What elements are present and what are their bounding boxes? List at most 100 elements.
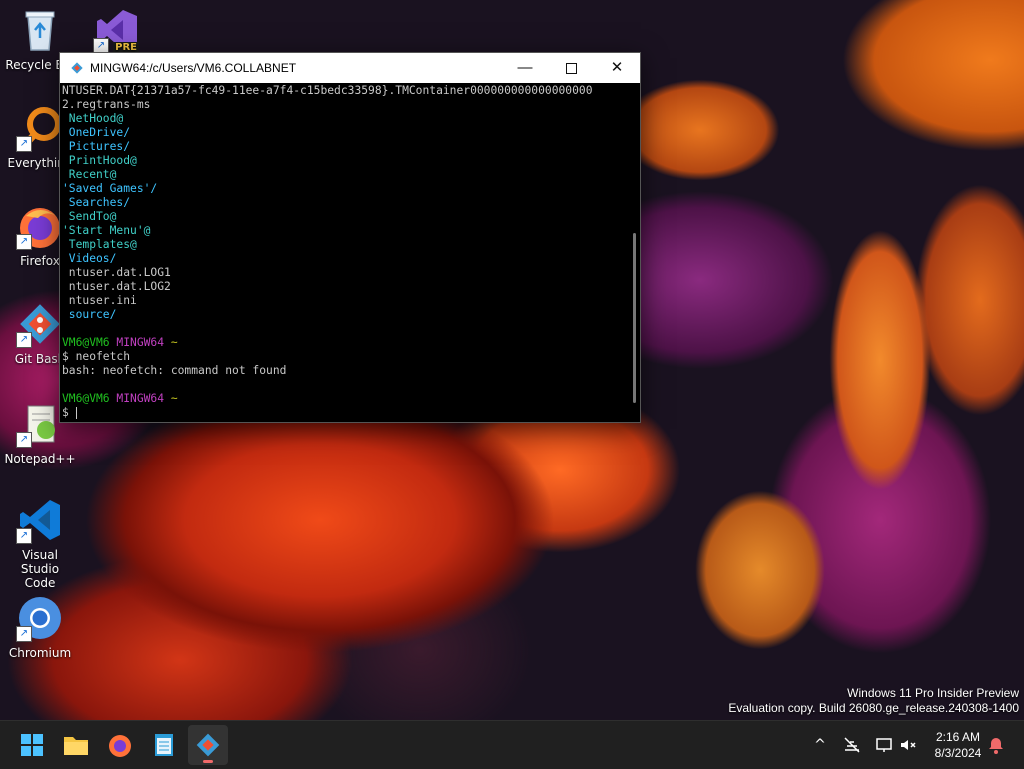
terminal-window[interactable]: MINGW64:/c/Users/VM6.COLLABNET — ✕ NTUSE… [59,52,641,423]
git-bash-icon: ↗ [16,300,64,348]
terminal-line: 'Saved Games'/ [62,182,628,196]
shortcut-arrow-icon: ↗ [16,626,32,642]
terminal-line-text: 'Saved Games'/ [62,182,158,195]
git-bash-icon [196,733,220,757]
terminal-line: $ [62,406,628,420]
terminal-output[interactable]: NTUSER.DAT{21371a57-fc49-11ee-a7f4-c15be… [60,83,628,422]
notepad-plus-plus-icon: ↗ [16,400,64,448]
taskbar-git-bash[interactable] [188,725,228,765]
prompt-user: VM6@VM6 [62,392,110,405]
text-cursor [75,407,77,419]
terminal-line-text: 'Start Menu'@ [62,224,151,237]
taskbar-clock[interactable]: 2:16 AM 8/3/2024 [928,729,988,761]
window-title: MINGW64:/c/Users/VM6.COLLABNET [90,61,297,75]
desktop-icon-label: Visual Studio Code [20,548,60,590]
windows-watermark: Windows 11 Pro Insider Preview Evaluatio… [728,686,1019,716]
terminal-line-text: NetHood@ [62,112,124,125]
terminal-line: VM6@VM6 MINGW64 ~ [62,392,628,406]
terminal-line-text: $ neofetch [62,350,131,363]
terminal-line: Pictures/ [62,140,628,154]
network-disconnected-icon[interactable] [842,735,862,755]
prompt-shell: MINGW64 [116,336,165,349]
desktop-icon-label: Notepad++ [4,452,76,466]
terminal-line: Templates@ [62,238,628,252]
terminal-line: NTUSER.DAT{21371a57-fc49-11ee-a7f4-c15be… [62,84,628,98]
taskbar-firefox[interactable] [100,725,140,765]
terminal-line: bash: neofetch: command not found [62,364,628,378]
terminal-line-text: Templates@ [62,238,137,251]
terminal-line: ntuser.dat.LOG1 [62,266,628,280]
maximize-button[interactable] [548,53,594,83]
terminal-line: 2.regtrans-ms [62,98,628,112]
maximize-icon [565,62,577,74]
terminal-line-text: ntuser.dat.LOG1 [62,266,171,279]
terminal-line-text: ntuser.dat.LOG2 [62,280,171,293]
windows-logo-icon [21,734,43,756]
shortcut-arrow-icon: ↗ [16,234,32,250]
minimize-icon: — [517,59,533,76]
shortcut-arrow-icon: ↗ [16,332,32,348]
watermark-build: Evaluation copy. Build 26080.ge_release.… [728,701,1019,715]
shortcut-arrow-icon: ↗ [16,136,32,152]
folder-icon [64,737,88,755]
terminal-line: Searches/ [62,196,628,210]
terminal-line-text: Videos/ [62,252,117,265]
speaker-muted-icon[interactable] [898,735,918,755]
terminal-line-text: $ [62,406,76,419]
prompt-user: VM6@VM6 [62,336,110,349]
taskbar: ^ 2:16 AM 8/3/2024 [0,720,1024,769]
terminal-line-text: OneDrive/ [62,126,131,139]
terminal-line-text: 2.regtrans-ms [62,98,151,111]
start-button[interactable] [12,725,52,765]
terminal-line-text: NTUSER.DAT{21371a57-fc49-11ee-a7f4-c15be… [62,84,593,97]
prompt-shell: MINGW64 [116,392,165,405]
scrollbar[interactable] [633,233,636,403]
clock-time: 2:16 AM [935,730,981,744]
desktop-icon-vscode[interactable]: ↗ Visual Studio Code [2,496,78,590]
terminal-line-text: Recent@ [62,168,117,181]
taskbar-notepad[interactable] [144,725,184,765]
everything-search-icon: ↗ [16,104,64,152]
terminal-line: NetHood@ [62,112,628,126]
notification-bell-icon[interactable] [986,735,1006,755]
terminal-line-text: source/ [62,308,117,321]
terminal-line: Recent@ [62,168,628,182]
monitor-icon[interactable] [874,735,894,755]
tray-overflow-chevron-icon[interactable]: ^ [810,735,830,755]
desktop-icon-visual-studio-preview[interactable]: PRE ↗ [79,6,155,58]
firefox-icon: ↗ [16,202,64,250]
terminal-line: VM6@VM6 MINGW64 ~ [62,336,628,350]
shortcut-arrow-icon: ↗ [16,528,32,544]
chromium-icon: ↗ [16,594,64,642]
notepad-icon [155,734,173,756]
terminal-line-text: ntuser.ini [62,294,137,307]
close-button[interactable]: ✕ [594,53,640,83]
terminal-line: PrintHood@ [62,154,628,168]
terminal-line: 'Start Menu'@ [62,224,628,238]
terminal-line-text: bash: neofetch: command not found [62,364,287,377]
minimize-button[interactable]: — [502,53,548,83]
firefox-icon [109,735,131,757]
terminal-line: $ neofetch [62,350,628,364]
terminal-line-text: SendTo@ [62,210,117,223]
terminal-line: Videos/ [62,252,628,266]
terminal-line: source/ [62,308,628,322]
git-bash-icon [71,62,83,74]
terminal-line-text: Pictures/ [62,140,131,153]
vscode-icon: ↗ [16,496,64,544]
terminal-line: OneDrive/ [62,126,628,140]
taskbar-file-explorer[interactable] [56,725,96,765]
terminal-line: ntuser.dat.LOG2 [62,280,628,294]
terminal-line-text: Searches/ [62,196,131,209]
desktop-icon-chromium[interactable]: ↗ Chromium [2,594,78,660]
watermark-edition: Windows 11 Pro Insider Preview [847,686,1019,700]
visual-studio-preview-icon: PRE ↗ [93,6,141,54]
shortcut-arrow-icon: ↗ [16,432,32,448]
active-indicator [203,760,213,763]
terminal-line: ntuser.ini [62,294,628,308]
clock-date: 8/3/2024 [934,746,982,760]
terminal-line-text: PrintHood@ [62,154,137,167]
title-bar[interactable]: MINGW64:/c/Users/VM6.COLLABNET — ✕ [60,53,640,83]
